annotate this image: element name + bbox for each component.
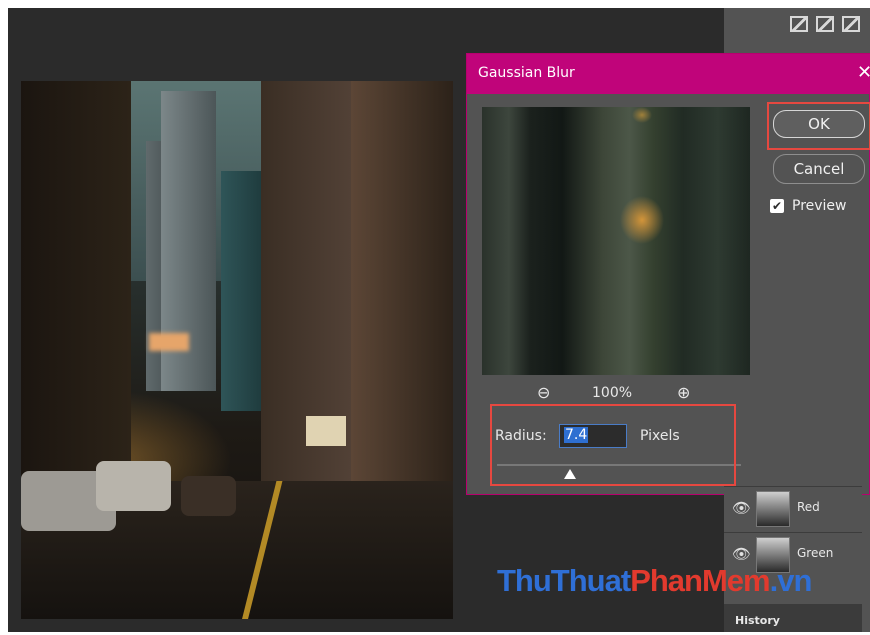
radius-highlight [490,404,736,486]
history-label: History [735,614,780,627]
zoom-out-icon[interactable]: ⊖ [537,383,550,402]
checkbox-icon[interactable]: ✔ [770,199,784,213]
watermark-part: PhanMem [630,563,770,598]
watermark-part: .vn [769,563,813,598]
ok-button[interactable]: OK [773,110,865,138]
photo-building [221,171,266,411]
mask-icon[interactable] [790,16,808,32]
close-icon[interactable]: ✕ [857,62,870,83]
zoom-in-icon[interactable]: ⊕ [677,383,690,402]
gradient-icon[interactable] [816,16,834,32]
layer-row-red[interactable]: 👁 Red [724,486,862,531]
layer-name: Green [797,546,834,560]
zoom-level: 100% [592,385,633,401]
gaussian-blur-dialog: Gaussian Blur ✕ ⊖ 100% ⊕ Radius: 7.4 Pix… [466,53,870,495]
dialog-titlebar[interactable]: Gaussian Blur ✕ [467,54,870,94]
photo-neon [149,333,189,351]
history-tab[interactable]: History [724,604,862,632]
photo-building [21,81,131,511]
layer-thumbnail [756,491,790,527]
adjust-icon[interactable] [842,16,860,32]
photo-sign [306,416,346,446]
panel-toolbar [790,16,860,32]
eye-icon[interactable]: 👁 [732,499,751,517]
watermark: ThuThuatPhanMem.vn [497,563,813,599]
photo-car [96,461,171,511]
watermark-part: ThuThuat [497,563,631,598]
preview-label: Preview [792,198,847,214]
cancel-button[interactable]: Cancel [773,154,865,184]
photo-building [351,81,453,521]
photo-car [181,476,236,516]
canvas-photo[interactable] [21,81,453,619]
layer-name: Red [797,500,820,514]
eye-icon[interactable]: 👁 [732,545,751,563]
dialog-title: Gaussian Blur [478,65,575,81]
zoom-controls: ⊖ 100% ⊕ [537,383,697,404]
blur-preview[interactable] [482,107,750,375]
